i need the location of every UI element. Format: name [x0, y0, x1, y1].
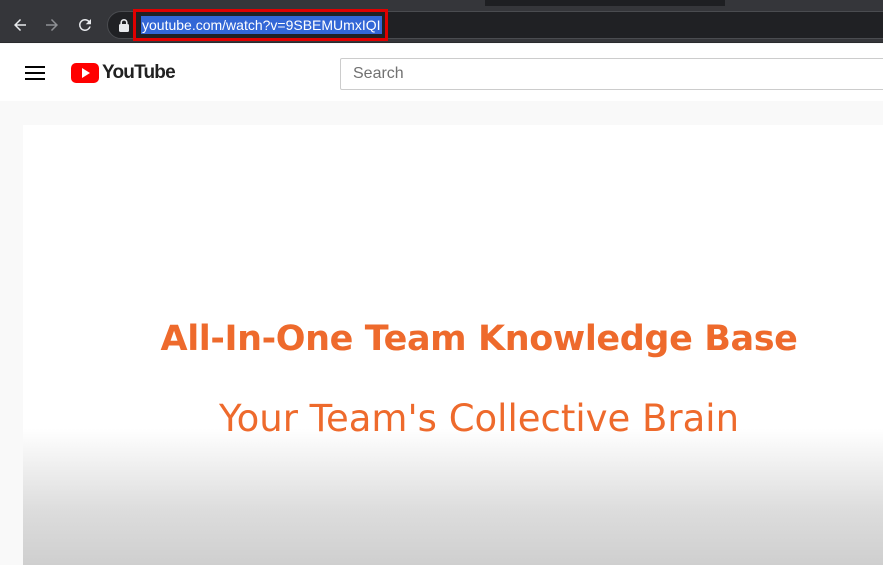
- arrow-right-icon: [46, 19, 58, 31]
- youtube-logo-icon: [71, 63, 99, 83]
- video-player[interactable]: All-In-One Team Knowledge Base Your Team…: [23, 125, 883, 565]
- video-subline: Your Team's Collective Brain: [218, 397, 740, 440]
- youtube-logo[interactable]: YouTube: [71, 62, 176, 83]
- lock-icon: [119, 19, 129, 32]
- youtube-header: YouTube: [0, 44, 883, 101]
- youtube-logo-text: YouTube: [102, 62, 176, 83]
- back-button[interactable]: [7, 12, 33, 38]
- reload-icon: [79, 18, 91, 31]
- url-highlight-annotation: [133, 9, 388, 41]
- reload-button[interactable]: [72, 12, 98, 38]
- forward-button[interactable]: [39, 12, 65, 38]
- video-headline: All-In-One Team Knowledge Base: [160, 319, 798, 359]
- arrow-left-icon: [14, 19, 26, 31]
- hamburger-menu-icon[interactable]: [25, 66, 45, 80]
- search-input[interactable]: [340, 58, 883, 90]
